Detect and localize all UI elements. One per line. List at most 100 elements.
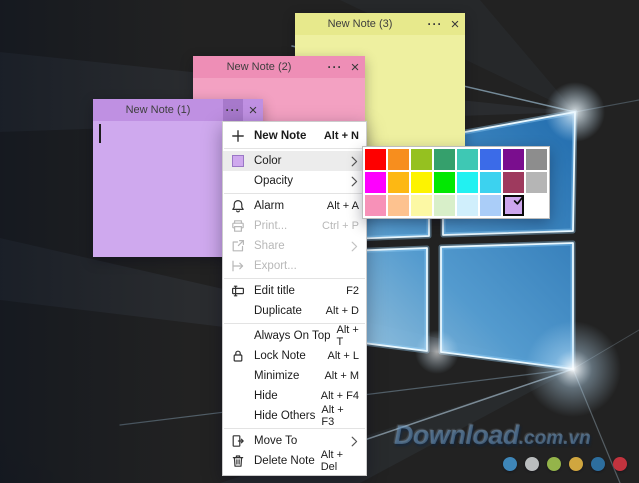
color-swatch-r1c3[interactable]: [411, 149, 432, 170]
color-swatch-r2c3[interactable]: [411, 172, 432, 193]
watermark-dot: [569, 457, 583, 471]
check-icon: [513, 196, 524, 205]
lock-icon: [231, 349, 245, 363]
menu-item-shortcut: Alt + T: [336, 324, 359, 348]
menu-item-label: Duplicate: [254, 305, 302, 317]
menu-item-hide-others[interactable]: Hide Others Alt + F3: [223, 404, 366, 428]
note-title: New Note (3): [327, 18, 393, 30]
color-swatch-r1c8[interactable]: [526, 149, 547, 170]
note-titlebar[interactable]: New Note (1) ··· ×: [93, 99, 263, 121]
menu-item-shortcut: Alt + L: [327, 350, 360, 362]
color-swatch-r3c6[interactable]: [480, 195, 501, 216]
menu-item-shortcut: Alt + A: [326, 200, 359, 212]
menu-item-label: Minimize: [254, 370, 300, 382]
menu-item-label: Color: [254, 155, 282, 167]
watermark-dots: [503, 457, 627, 471]
menu-item-shortcut: Alt + Del: [320, 449, 344, 473]
color-swatch-r3c4[interactable]: [434, 195, 455, 216]
menu-item-shortcut: Alt + M: [324, 370, 359, 382]
watermark-text: Download: [394, 420, 520, 450]
no-icon: [231, 329, 245, 343]
menu-item-label: Print...: [254, 220, 288, 232]
menu-item-label: Move To: [254, 435, 298, 447]
note-titlebar[interactable]: New Note (3) ··· ×: [295, 13, 465, 35]
menu-item-always-on-top[interactable]: Always On Top Alt + T: [223, 324, 366, 348]
color-swatch-r2c2[interactable]: [388, 172, 409, 193]
no-icon: [231, 174, 245, 188]
color-swatch-r2c4[interactable]: [434, 172, 455, 193]
more-options-icon[interactable]: ···: [325, 56, 345, 78]
text-caret: [99, 124, 101, 143]
menu-item-print: Print... Ctrl + P: [223, 216, 366, 236]
menu-item-label: Edit title: [254, 285, 295, 297]
menu-item-move-to[interactable]: Move To: [223, 431, 366, 451]
note-title: New Note (2): [226, 61, 292, 73]
menu-item-label: Export...: [254, 260, 297, 272]
color-swatch-r2c5[interactable]: [457, 172, 478, 193]
color-swatch-r3c3[interactable]: [411, 195, 432, 216]
color-palette-submenu: [362, 146, 550, 219]
plus-icon: [231, 129, 245, 143]
menu-item-alarm[interactable]: Alarm Alt + A: [223, 196, 366, 216]
more-options-icon[interactable]: ···: [223, 99, 243, 121]
menu-item-opacity[interactable]: Opacity: [223, 171, 366, 191]
watermark: Download.com.vn: [394, 422, 591, 449]
color-swatch-r3c2[interactable]: [388, 195, 409, 216]
watermark-dot: [525, 457, 539, 471]
menu-item-label: New Note: [254, 130, 307, 142]
menu-item-shortcut: F2: [346, 285, 359, 297]
no-icon: [231, 389, 245, 403]
color-swatch-r2c6[interactable]: [480, 172, 501, 193]
more-options-icon[interactable]: ···: [425, 13, 445, 35]
menu-item-export: Export...: [223, 256, 366, 276]
menu-item-edit-title[interactable]: Edit title F2: [223, 281, 366, 301]
menu-separator: [224, 148, 365, 149]
note-title: New Note (1): [125, 104, 191, 116]
chevron-right-icon: [351, 176, 359, 187]
watermark-dot: [547, 457, 561, 471]
menu-item-new-note[interactable]: New Note Alt + N: [223, 126, 366, 146]
share-icon: [231, 239, 245, 253]
note-titlebar[interactable]: New Note (2) ··· ×: [193, 56, 365, 78]
color-swatch-r3c5[interactable]: [457, 195, 478, 216]
color-swatch-r1c2[interactable]: [388, 149, 409, 170]
no-icon: [231, 369, 245, 383]
color-swatch-r2c7[interactable]: [503, 172, 524, 193]
menu-item-label: Always On Top: [254, 330, 331, 342]
close-icon[interactable]: ×: [243, 99, 263, 121]
rename-icon: [231, 284, 245, 298]
menu-item-lock-note[interactable]: Lock Note Alt + L: [223, 346, 366, 366]
menu-item-label: Delete Note: [254, 455, 315, 467]
color-swatch-r1c4[interactable]: [434, 149, 455, 170]
watermark-dot: [503, 457, 517, 471]
menu-item-duplicate[interactable]: Duplicate Alt + D: [223, 301, 366, 321]
color-swatch-r1c5[interactable]: [457, 149, 478, 170]
menu-item-shortcut: Alt + F3: [321, 404, 344, 428]
menu-item-label: Alarm: [254, 200, 285, 212]
color-swatch-r3c1[interactable]: [365, 195, 386, 216]
chevron-right-icon: [351, 241, 359, 252]
color-swatch-r1c6[interactable]: [480, 149, 501, 170]
no-icon: [231, 409, 245, 423]
menu-item-label: Lock Note: [254, 350, 306, 362]
color-swatch-r2c8[interactable]: [526, 172, 547, 193]
menu-item-hide[interactable]: Hide Alt + F4: [223, 386, 366, 406]
menu-item-delete-note[interactable]: Delete Note Alt + Del: [223, 449, 366, 473]
menu-item-label: Hide: [254, 390, 278, 402]
menu-item-color[interactable]: Color: [223, 151, 366, 171]
color-swatch-r1c1[interactable]: [365, 149, 386, 170]
close-icon[interactable]: ×: [445, 13, 465, 35]
menu-item-share: Share: [223, 236, 366, 256]
watermark-suffix: .com.vn: [519, 428, 591, 449]
color-swatch-r2c1[interactable]: [365, 172, 386, 193]
color-swatch-selected[interactable]: [503, 195, 524, 216]
color-swatch-r3c8[interactable]: [526, 195, 547, 216]
chevron-right-icon: [351, 436, 359, 447]
context-menu: New Note Alt + N Color Opacity Alarm Alt + A P…: [222, 121, 367, 476]
watermark-dot: [613, 457, 627, 471]
color-swatch-r1c7[interactable]: [503, 149, 524, 170]
close-icon[interactable]: ×: [345, 56, 365, 78]
bell-icon: [231, 199, 245, 213]
menu-item-minimize[interactable]: Minimize Alt + M: [223, 366, 366, 386]
watermark-dot: [591, 457, 605, 471]
